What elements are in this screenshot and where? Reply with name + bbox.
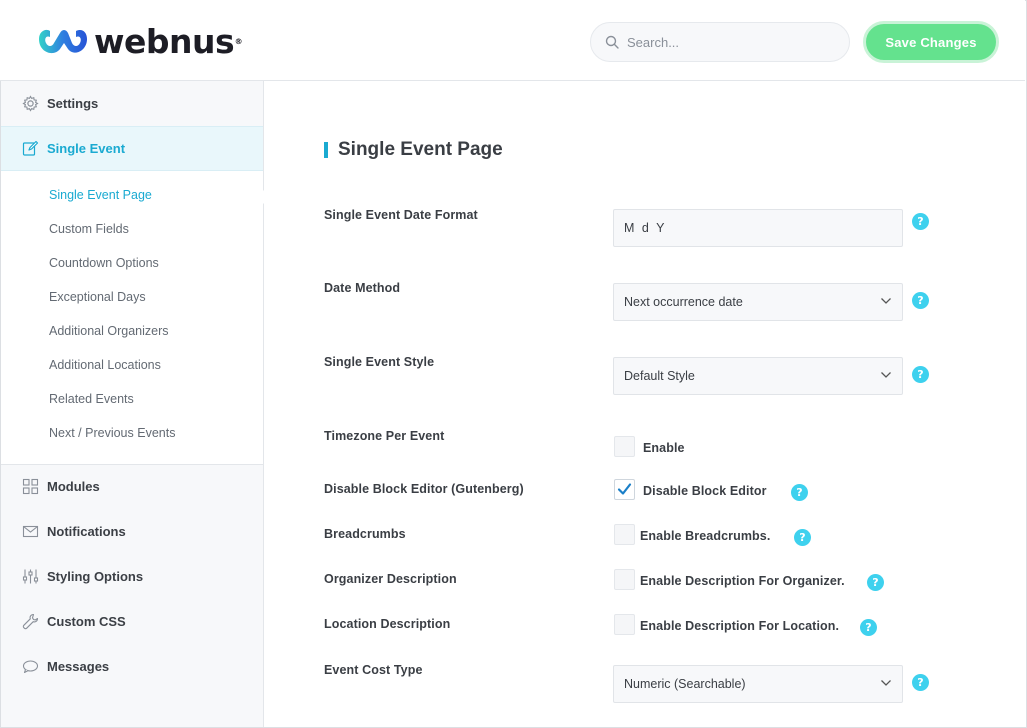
subnav-item-additional-locations[interactable]: Additional Locations <box>49 358 161 372</box>
webnus-logo-mark-icon <box>39 29 87 54</box>
subnav-item-additional-organizers[interactable]: Additional Organizers <box>49 324 169 338</box>
grid-icon <box>21 478 39 496</box>
block-editor-checkbox-label: Disable Block Editor <box>643 484 767 498</box>
top-header: webnus® Save Changes <box>0 0 1025 81</box>
logo-text: webnus <box>94 22 235 61</box>
chevron-down-icon <box>881 298 891 304</box>
sidebar-item-label: Messages <box>47 659 110 674</box>
sliders-icon <box>21 568 39 586</box>
help-icon[interactable]: ? <box>912 674 929 691</box>
help-icon[interactable]: ? <box>867 574 884 591</box>
chevron-down-icon <box>881 372 891 378</box>
breadcrumbs-checkbox-label: Enable Breadcrumbs. <box>640 529 771 543</box>
sidebar-item-modules[interactable]: Modules <box>1 464 263 509</box>
help-icon[interactable]: ? <box>860 619 877 636</box>
main-content: Single Event Page Single Event Date Form… <box>265 82 1025 727</box>
subnav-item-custom-fields[interactable]: Custom Fields <box>49 222 129 236</box>
location-description-label: Location Description <box>324 617 451 631</box>
block-editor-checkbox[interactable] <box>614 479 635 500</box>
help-icon[interactable]: ? <box>791 484 808 501</box>
location-description-checkbox[interactable] <box>614 614 635 635</box>
date-format-input[interactable]: M d Y <box>613 209 903 247</box>
logo-wordmark: webnus ® <box>94 22 243 61</box>
date-method-select[interactable]: Next occurrence date <box>613 283 903 321</box>
page-title: Single Event Page <box>324 139 503 161</box>
breadcrumbs-checkbox[interactable] <box>614 524 635 545</box>
help-icon[interactable]: ? <box>912 366 929 383</box>
date-method-label: Date Method <box>324 281 401 295</box>
search-box[interactable] <box>590 22 850 62</box>
sidebar-item-messages[interactable]: Messages <box>1 644 263 689</box>
subnav-item-countdown-options[interactable]: Countdown Options <box>49 256 159 270</box>
chat-bubble-icon <box>21 658 39 676</box>
help-icon[interactable]: ? <box>912 213 929 230</box>
sidebar-item-custom-css[interactable]: Custom CSS <box>1 599 263 644</box>
sidebar-item-label: Notifications <box>47 524 126 539</box>
envelope-icon <box>21 523 39 541</box>
organizer-description-checkbox-label: Enable Description For Organizer. <box>640 574 845 588</box>
sidebar-item-label: Custom CSS <box>47 614 126 629</box>
sidebar-item-styling-options[interactable]: Styling Options <box>1 554 263 599</box>
organizer-description-label: Organizer Description <box>324 572 457 586</box>
timezone-checkbox-label: Enable <box>643 441 685 455</box>
subnav-item-related-events[interactable]: Related Events <box>49 392 134 406</box>
date-method-value: Next occurrence date <box>624 295 743 309</box>
breadcrumbs-label: Breadcrumbs <box>324 527 406 541</box>
checkmark-icon <box>617 483 632 495</box>
timezone-checkbox[interactable] <box>614 436 635 457</box>
search-input[interactable] <box>627 34 827 50</box>
webnus-logo: webnus ® <box>36 22 243 61</box>
help-icon[interactable]: ? <box>794 529 811 546</box>
sidebar: Settings Single Event Single Event Page … <box>1 81 265 727</box>
date-format-label: Single Event Date Format <box>324 208 478 222</box>
edit-icon <box>21 140 39 158</box>
event-style-value: Default Style <box>624 369 695 383</box>
active-notch <box>257 189 265 205</box>
logo-registered-mark: ® <box>234 37 243 46</box>
single-event-subnav: Single Event Page Custom Fields Countdow… <box>1 171 265 465</box>
sidebar-item-notifications[interactable]: Notifications <box>1 509 263 554</box>
block-editor-label: Disable Block Editor (Gutenberg) <box>324 482 524 496</box>
cost-type-label: Event Cost Type <box>324 663 423 677</box>
sidebar-item-label: Settings <box>47 96 99 111</box>
sidebar-item-settings[interactable]: Settings <box>1 81 263 126</box>
chevron-down-icon <box>881 680 891 686</box>
sidebar-item-label: Styling Options <box>47 569 144 584</box>
sidebar-item-label: Modules <box>47 479 100 494</box>
event-style-select[interactable]: Default Style <box>613 357 903 395</box>
wrench-icon <box>21 613 39 631</box>
search-icon <box>605 35 619 49</box>
subnav-item-exceptional-days[interactable]: Exceptional Days <box>49 290 146 304</box>
timezone-label: Timezone Per Event <box>324 429 445 443</box>
gear-icon <box>21 95 39 113</box>
help-icon[interactable]: ? <box>912 292 929 309</box>
organizer-description-checkbox[interactable] <box>614 569 635 590</box>
sidebar-item-single-event[interactable]: Single Event <box>1 126 263 171</box>
save-changes-button[interactable]: Save Changes <box>863 21 999 63</box>
cost-type-select[interactable]: Numeric (Searchable) <box>613 665 903 703</box>
sidebar-item-label: Single Event <box>47 141 126 156</box>
event-style-label: Single Event Style <box>324 355 435 369</box>
subnav-item-next-previous-events[interactable]: Next / Previous Events <box>49 426 175 440</box>
location-description-checkbox-label: Enable Description For Location. <box>640 619 840 633</box>
cost-type-value: Numeric (Searchable) <box>624 677 746 691</box>
subnav-item-single-event-page[interactable]: Single Event Page <box>49 188 152 202</box>
